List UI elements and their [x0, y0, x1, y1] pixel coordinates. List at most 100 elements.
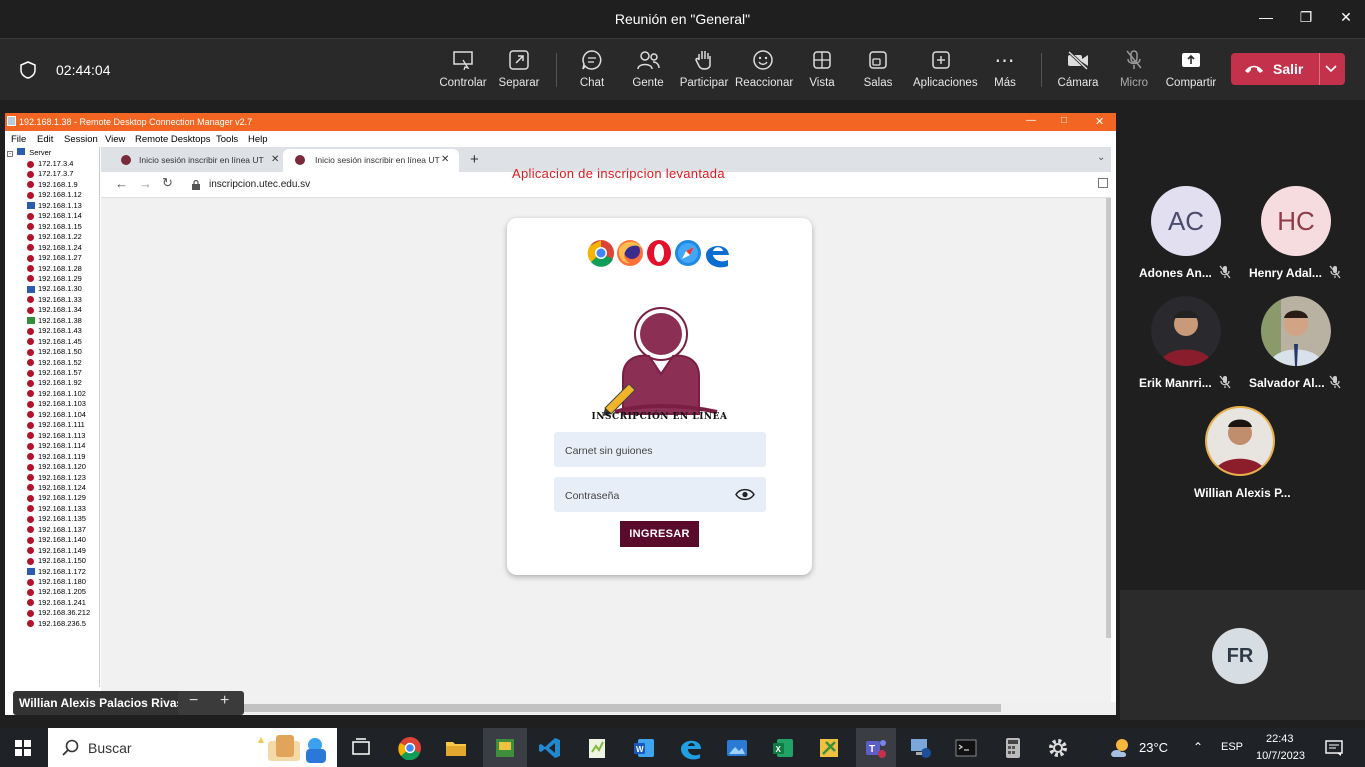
close-icon[interactable]: ✕: [1336, 9, 1356, 26]
horizontal-scrollbar[interactable]: [101, 702, 1116, 715]
menu-remote-desktops[interactable]: Remote Desktops: [135, 134, 211, 145]
server-node[interactable]: 192.168.1.43: [27, 326, 82, 336]
eye-icon[interactable]: [735, 488, 755, 501]
avatar-willian-photo[interactable]: [1205, 406, 1275, 476]
chat-button[interactable]: Chat: [564, 47, 620, 89]
server-node[interactable]: 172.17.3.7: [27, 169, 73, 179]
scrollbar-thumb[interactable]: [211, 704, 1001, 712]
edge-taskbar-icon[interactable]: [679, 736, 703, 760]
notifications-icon[interactable]: [1325, 740, 1343, 756]
server-node[interactable]: 192.168.1.30: [27, 284, 82, 294]
share-button[interactable]: Compartir: [1163, 47, 1219, 89]
apps-button[interactable]: Aplicaciones: [913, 47, 978, 89]
close-tab-icon[interactable]: ✕: [441, 154, 449, 165]
install-app-icon[interactable]: [1098, 178, 1108, 188]
server-node[interactable]: 192.168.1.52: [27, 358, 82, 368]
windows-start-icon[interactable]: [15, 740, 31, 756]
terminal-icon[interactable]: [954, 736, 978, 760]
chevron-down-icon[interactable]: [1324, 64, 1338, 74]
settings-gear-icon[interactable]: [1046, 736, 1070, 760]
tab-search-icon[interactable]: ⌄: [1097, 152, 1105, 163]
login-submit-button[interactable]: INGRESAR: [620, 521, 699, 547]
menu-tools[interactable]: Tools: [216, 134, 238, 145]
server-node[interactable]: 192.168.1.129: [27, 493, 86, 503]
server-node[interactable]: 192.168.1.15: [27, 222, 82, 232]
server-node[interactable]: 192.168.1.33: [27, 295, 82, 305]
server-node[interactable]: 192.168.1.38: [27, 316, 82, 326]
server-node[interactable]: 192.168.1.205: [27, 587, 86, 597]
remote-desktop-icon[interactable]: [909, 736, 933, 760]
server-node[interactable]: 172.17.3.4: [27, 159, 73, 169]
word-icon[interactable]: W: [632, 736, 656, 760]
server-node[interactable]: 192.168.1.14: [27, 211, 82, 221]
language-indicator[interactable]: ESP: [1221, 741, 1243, 753]
server-node[interactable]: 192.168.1.45: [27, 337, 82, 347]
avatar-ac[interactable]: AC: [1151, 186, 1221, 256]
raise-hand-button[interactable]: Participar: [676, 47, 732, 89]
mic-button[interactable]: Micro: [1106, 47, 1162, 89]
menu-help[interactable]: Help: [248, 134, 268, 145]
server-node[interactable]: 192.168.1.123: [27, 473, 86, 483]
maximize-icon[interactable]: ❐: [1296, 9, 1316, 26]
rooms-button[interactable]: Salas: [850, 47, 906, 89]
close-icon[interactable]: ✕: [1095, 115, 1104, 128]
maximize-icon[interactable]: □: [1061, 115, 1067, 126]
back-icon[interactable]: ←: [115, 176, 128, 191]
vscode-icon[interactable]: [538, 736, 562, 760]
zoom-in-button[interactable]: +: [220, 692, 229, 710]
server-node[interactable]: 192.168.1.24: [27, 243, 82, 253]
menu-edit[interactable]: Edit: [37, 134, 53, 145]
server-node[interactable]: 192.168.1.22: [27, 232, 82, 242]
clock-time[interactable]: 22:43: [1266, 733, 1294, 745]
server-node[interactable]: 192.168.1.103: [27, 399, 86, 409]
notepad-plus-icon[interactable]: [585, 736, 609, 760]
pop-out-button[interactable]: Separar: [491, 47, 547, 89]
server-node[interactable]: 192.168.1.29: [27, 274, 82, 284]
server-node[interactable]: 192.168.1.34: [27, 305, 82, 315]
excel-icon[interactable]: X: [771, 736, 795, 760]
file-explorer-icon[interactable]: [444, 736, 468, 760]
vertical-scrollbar[interactable]: [1106, 198, 1111, 638]
minimize-icon[interactable]: —: [1256, 9, 1276, 25]
server-node[interactable]: 192.168.1.133: [27, 504, 86, 514]
server-node[interactable]: 192.168.1.120: [27, 462, 86, 472]
minimize-icon[interactable]: —: [1026, 115, 1036, 126]
more-button[interactable]: ⋯ Más: [977, 47, 1033, 90]
avatar-erik-photo[interactable]: [1151, 296, 1221, 366]
carnet-input[interactable]: Carnet sin guiones: [554, 432, 766, 467]
server-node[interactable]: 192.168.1.135: [27, 514, 86, 524]
leave-button[interactable]: Salir: [1231, 53, 1345, 85]
forward-icon[interactable]: →: [139, 176, 152, 191]
server-node[interactable]: 192.168.1.9: [27, 180, 78, 190]
server-node[interactable]: 192.168.1.150: [27, 556, 86, 566]
taskbar-search[interactable]: Buscar: [48, 728, 337, 767]
clock-date[interactable]: 10/7/2023: [1256, 750, 1305, 762]
browser-tab-inactive[interactable]: Inicio sesión inscribir en línea UT ✕: [107, 149, 283, 172]
menu-view[interactable]: View: [105, 134, 125, 145]
server-node[interactable]: 192.168.36.212: [27, 608, 90, 618]
password-input[interactable]: Contraseña: [554, 477, 766, 512]
view-button[interactable]: Vista: [794, 47, 850, 89]
server-node[interactable]: 192.168.1.113: [27, 431, 85, 441]
menu-file[interactable]: File: [11, 134, 26, 145]
task-view-icon[interactable]: [349, 736, 373, 760]
avatar-hc[interactable]: HC: [1261, 186, 1331, 256]
server-node[interactable]: 192.168.1.241: [27, 598, 86, 608]
control-button[interactable]: Controlar: [435, 47, 491, 89]
server-node[interactable]: 192.168.1.111: [27, 420, 85, 430]
calculator-icon[interactable]: [1001, 736, 1025, 760]
server-node[interactable]: 192.168.1.180: [27, 577, 86, 587]
server-node[interactable]: 192.168.1.140: [27, 535, 86, 545]
server-node[interactable]: 192.168.1.149: [27, 546, 86, 556]
remote-tool-icon[interactable]: [817, 736, 841, 760]
zoom-out-button[interactable]: −: [189, 692, 198, 710]
server-node[interactable]: 192.168.1.119: [27, 452, 85, 462]
server-node[interactable]: 192.168.1.172: [27, 567, 86, 577]
photos-icon[interactable]: [725, 736, 749, 760]
tree-root[interactable]: - Server: [7, 148, 51, 157]
server-node[interactable]: 192.168.1.12: [27, 190, 82, 200]
weather-icon[interactable]: [1108, 737, 1132, 759]
avatar-salvador-photo[interactable]: [1261, 296, 1331, 366]
browser-tab-active[interactable]: Inicio sesión inscribir en línea UT ✕: [283, 149, 459, 172]
new-tab-icon[interactable]: +: [470, 151, 479, 168]
